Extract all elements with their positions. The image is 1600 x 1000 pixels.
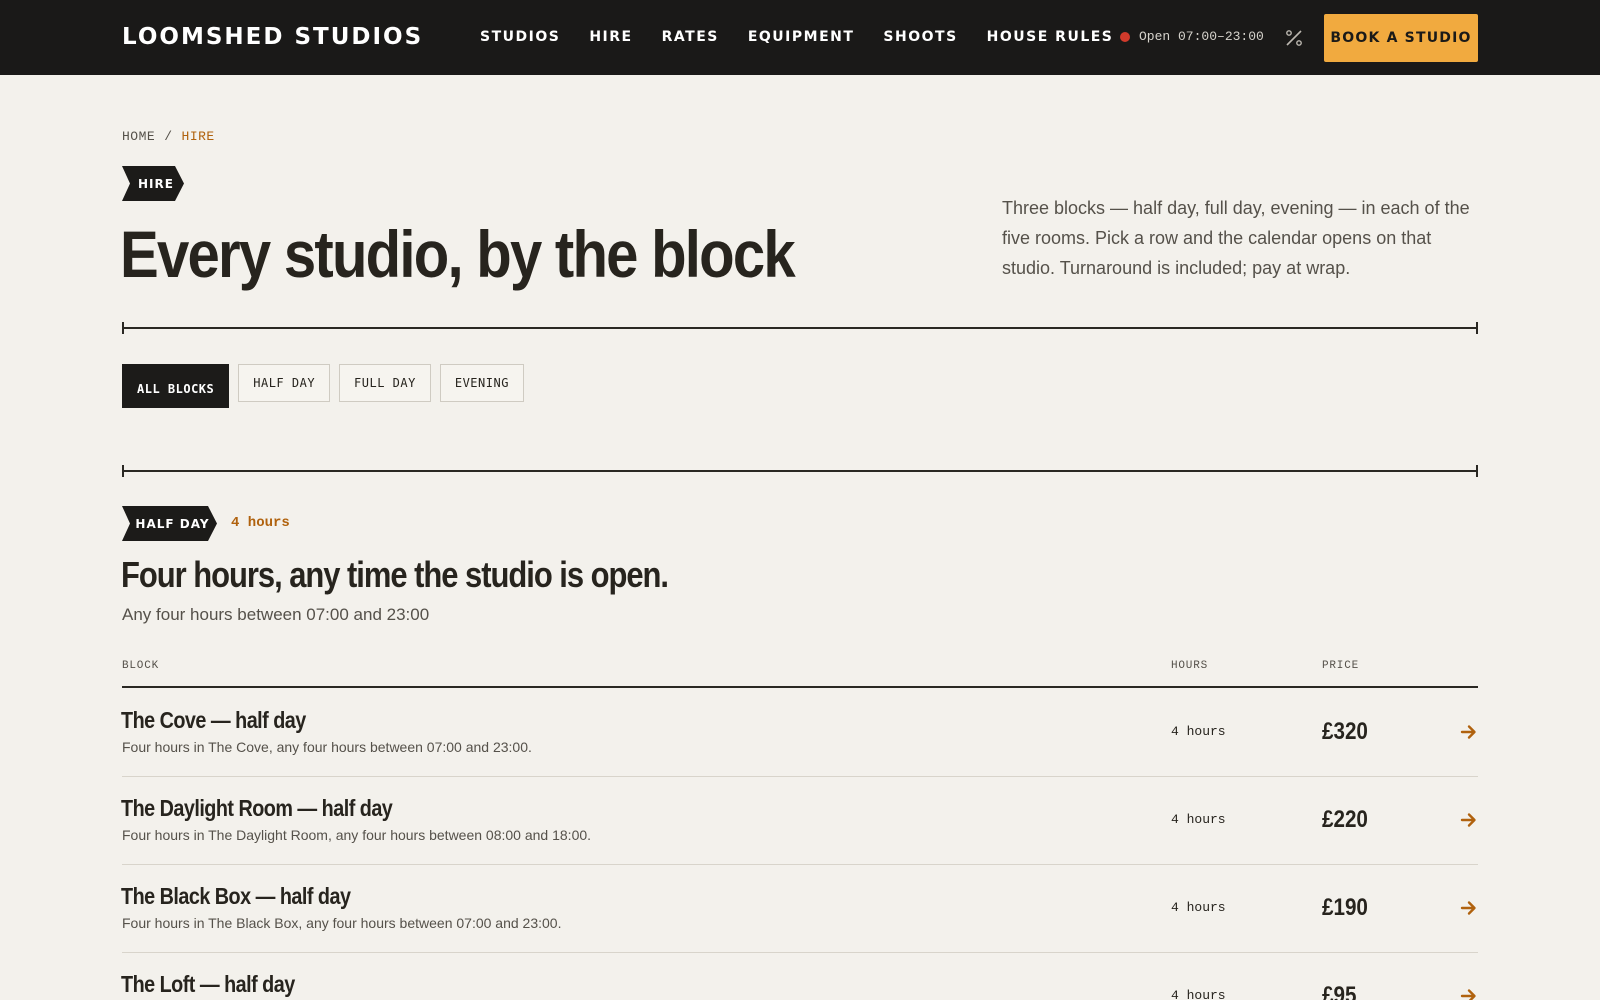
filter-full-day[interactable]: FULL DAY [339, 364, 431, 402]
section-title: Four hours, any time the studio is open. [121, 554, 669, 595]
column-header-price: PRICE [1322, 660, 1360, 672]
row-price: £320 [1322, 718, 1368, 745]
arrow-right-icon[interactable] [1460, 811, 1478, 829]
row-hours: 4 hours [1171, 812, 1226, 827]
nav-house-rules[interactable]: HOUSE RULES [987, 29, 1114, 45]
site-logo[interactable]: LOOMSHED STUDIOS [122, 24, 423, 50]
breadcrumb-home[interactable]: HOME [122, 129, 155, 144]
filter-all-blocks[interactable]: ALL BLOCKS [122, 364, 230, 408]
row-description: Four hours in The Cove, any four hours b… [122, 739, 532, 755]
column-header-block: BLOCK [122, 660, 160, 672]
nav-equipment[interactable]: EQUIPMENT [748, 29, 855, 45]
status-dot-icon [1120, 31, 1130, 42]
section-subtitle: Any four hours between 07:00 and 23:00 [122, 605, 430, 624]
row-block-name: The Cove — half day [121, 707, 306, 733]
top-navigation-bar: LOOMSHED STUDIOS STUDIOS HIRE RATES EQUI… [0, 0, 1600, 75]
filter-evening[interactable]: EVENING [439, 364, 524, 402]
filter-half-day[interactable]: HALF DAY [238, 364, 331, 402]
breadcrumb-separator: / [164, 129, 173, 144]
arrow-right-icon[interactable] [1460, 899, 1478, 917]
row-price: £95 [1322, 982, 1357, 1000]
book-a-studio-button[interactable]: BOOK A STUDIO [1324, 14, 1478, 62]
section-duration: 4 hours [231, 515, 290, 531]
table-header: BLOCK HOURS PRICE [122, 660, 1478, 688]
row-hours: 4 hours [1171, 988, 1226, 1000]
main-nav: STUDIOS HIRE RATES EQUIPMENT SHOOTS HOUS… [480, 29, 1113, 45]
row-description: Four hours in The Black Box, any four ho… [122, 915, 562, 931]
nav-hire[interactable]: HIRE [589, 29, 632, 45]
column-header-hours: HOURS [1171, 660, 1209, 672]
percent-icon[interactable] [1284, 28, 1304, 48]
row-block-name: The Black Box — half day [121, 883, 351, 909]
page-title: Every studio, by the block [120, 217, 796, 291]
nav-shoots[interactable]: SHOOTS [883, 29, 957, 45]
breadcrumb: HOME / HIRE [122, 129, 215, 144]
table-row[interactable]: The Cove — half day Four hours in The Co… [121, 689, 1478, 777]
table-row[interactable]: The Loft — half day 4 hours £95 [121, 953, 1478, 1000]
opening-hours-text: Open 07:00–23:00 [1139, 29, 1264, 44]
nav-rates[interactable]: RATES [662, 29, 719, 45]
block-filter-group: ALL BLOCKS HALF DAY FULL DAY EVENING [122, 364, 524, 408]
arrow-right-icon[interactable] [1460, 723, 1478, 741]
breadcrumb-current: HIRE [181, 129, 215, 144]
row-hours: 4 hours [1171, 900, 1226, 915]
row-price: £220 [1322, 806, 1368, 833]
nav-studios[interactable]: STUDIOS [480, 29, 560, 45]
row-block-name: The Loft — half day [121, 971, 295, 997]
opening-hours-status: Open 07:00–23:00 [1120, 29, 1264, 44]
arrow-right-icon[interactable] [1460, 987, 1478, 1000]
row-price: £190 [1322, 894, 1368, 921]
row-hours: 4 hours [1171, 724, 1226, 739]
row-block-name: The Daylight Room — half day [121, 795, 393, 821]
table-row[interactable]: The Daylight Room — half day Four hours … [121, 777, 1478, 865]
divider [122, 465, 1478, 477]
rate-table: The Cove — half day Four hours in The Co… [121, 689, 1478, 1000]
hire-section-tag: HIRE [122, 166, 184, 201]
half-day-section-tag: HALF DAY [122, 506, 217, 541]
table-row[interactable]: The Black Box — half day Four hours in T… [121, 865, 1478, 953]
intro-text: Three blocks — half day, full day, eveni… [1002, 198, 1470, 278]
divider [122, 322, 1478, 334]
row-description: Four hours in The Daylight Room, any fou… [122, 827, 592, 843]
